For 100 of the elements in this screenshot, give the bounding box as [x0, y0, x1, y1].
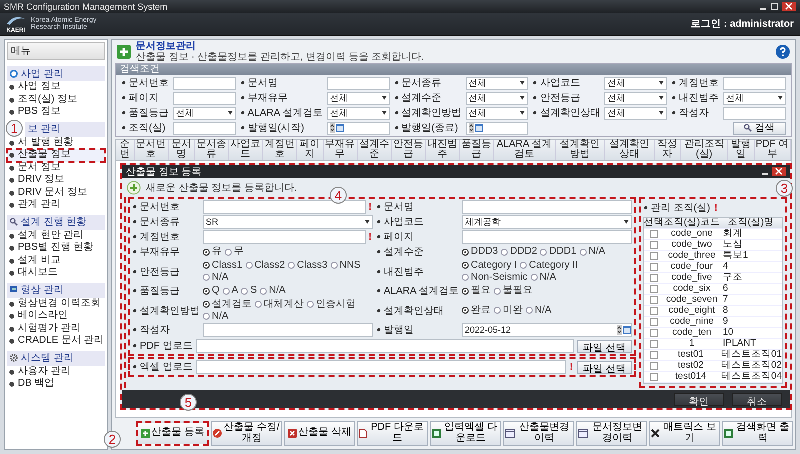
radio-button[interactable]: 미완 [494, 304, 524, 316]
column-header[interactable]: 문서명 [168, 140, 195, 160]
radio-button[interactable]: Class1 [203, 260, 243, 272]
column-header[interactable]: 품질등급 [460, 140, 494, 160]
column-header[interactable]: 페이지 [297, 140, 324, 160]
column-header[interactable]: 내진범주 [426, 140, 460, 160]
dropdown[interactable]: 전체 [326, 92, 390, 104]
calendar-icon[interactable] [330, 123, 344, 133]
radio-button[interactable]: N/A [260, 285, 286, 297]
help-icon[interactable] [776, 44, 790, 58]
radio-button[interactable]: Category I [462, 260, 518, 272]
checkbox[interactable] [650, 296, 658, 304]
file-select-button[interactable]: 파일 선택 [577, 360, 632, 374]
dropdown[interactable]: 전체 [604, 106, 668, 120]
calendar-icon[interactable] [617, 325, 631, 335]
action-button[interactable]: 입력엑셀 다운로드 [430, 421, 501, 446]
dialog-button[interactable]: 확인 [674, 392, 724, 406]
radio-button[interactable]: N/A [530, 272, 556, 283]
column-header[interactable]: 설계확인상태 [605, 140, 655, 160]
date-field[interactable] [466, 122, 528, 134]
radio-button[interactable]: A [222, 285, 238, 297]
column-header[interactable]: 부재유무 [324, 140, 358, 160]
sidebar-group[interactable]: 사업 관리 [7, 66, 105, 81]
file-field[interactable] [196, 360, 566, 374]
radio-button[interactable]: Class2 [246, 260, 286, 272]
radio-button[interactable]: DDD3 [462, 246, 498, 258]
checkbox[interactable] [650, 263, 658, 271]
text-field[interactable] [723, 76, 786, 90]
sidebar-group[interactable]: 시스템 관리 [7, 350, 105, 366]
radio-button[interactable]: 설계검토 [203, 299, 252, 310]
file-select-button[interactable]: 파일 선택 [577, 340, 632, 352]
file-field[interactable] [196, 339, 574, 353]
dropdown[interactable]: 전체 [466, 106, 528, 120]
action-button[interactable]: 산출물 삭제 [284, 421, 355, 446]
radio-button[interactable]: N/A [203, 310, 229, 322]
text-field[interactable] [203, 230, 366, 244]
calendar-icon[interactable] [468, 123, 483, 133]
text-field[interactable] [173, 122, 236, 134]
radio-button[interactable]: NNS [330, 260, 361, 272]
column-header[interactable]: PDF 여부 [754, 140, 791, 160]
radio-button[interactable]: 인증시험 [307, 299, 356, 310]
dropdown[interactable]: 전체 [604, 76, 668, 90]
dropdown[interactable]: 전체 [466, 92, 528, 104]
close-icon[interactable] [782, 2, 796, 11]
column-header[interactable]: 사업코드 [229, 140, 264, 160]
checkbox[interactable] [650, 307, 658, 315]
column-header[interactable]: 선택 [644, 218, 664, 228]
text-field[interactable] [462, 200, 632, 214]
checkbox[interactable] [650, 373, 658, 381]
action-button[interactable]: 문서정보변경이력 [576, 421, 647, 446]
radio-button[interactable]: 대체계산 [255, 299, 304, 310]
radio-button[interactable]: 무 [225, 246, 244, 258]
checkbox[interactable] [650, 285, 658, 293]
action-button[interactable]: 매트릭스 보기 [649, 421, 720, 446]
dropdown[interactable]: 전체 [466, 76, 528, 90]
action-button[interactable]: PDF 다운로드 [357, 421, 428, 446]
radio-button[interactable]: DDD2 [501, 246, 538, 258]
checkbox[interactable] [650, 274, 658, 282]
sidebar-group[interactable]: 보 관리 [25, 122, 105, 136]
action-button[interactable]: 검색화면 출력 [722, 421, 793, 446]
date-field[interactable]: 2022-05-12 [462, 323, 632, 337]
checkbox[interactable] [650, 329, 658, 337]
column-header[interactable]: 작성자 [654, 140, 682, 160]
text-field[interactable] [462, 230, 632, 244]
checkbox[interactable] [650, 230, 658, 238]
checkbox[interactable] [650, 252, 658, 260]
radio-button[interactable]: N/A [580, 246, 606, 258]
column-header[interactable]: ALARA 설계검토 [494, 140, 556, 160]
radio-button[interactable]: S [241, 285, 258, 297]
column-header[interactable]: 순번 [116, 140, 135, 160]
column-header[interactable]: 문서종류 [195, 140, 230, 160]
checkbox[interactable] [650, 362, 658, 370]
radio-button[interactable]: N/A [203, 272, 229, 283]
date-field[interactable] [326, 122, 390, 134]
radio-button[interactable]: Q [203, 285, 220, 297]
action-button[interactable]: 산출물 수정/개정 [211, 421, 282, 446]
maximize-icon[interactable] [770, 2, 780, 11]
column-header[interactable]: 발행일 [728, 140, 755, 160]
dropdown[interactable]: 체계공학 [462, 215, 632, 229]
search-button[interactable]: 검색 [733, 122, 786, 134]
radio-button[interactable]: Non-Seismic [462, 272, 528, 283]
radio-button[interactable]: Class3 [288, 260, 328, 272]
text-field[interactable] [203, 323, 373, 337]
text-field[interactable] [173, 92, 236, 104]
column-header[interactable]: 안전등급 [392, 140, 426, 160]
column-header[interactable]: 계정번호 [263, 140, 298, 160]
radio-button[interactable]: N/A [526, 304, 552, 316]
action-button[interactable]: 산출물 등록 [136, 421, 209, 446]
radio-button[interactable]: Category II [520, 260, 578, 272]
column-header[interactable]: 설계수준 [358, 140, 392, 160]
radio-button[interactable]: 유 [203, 246, 222, 258]
checkbox[interactable] [650, 351, 658, 359]
dropdown[interactable]: 전체 [604, 92, 668, 104]
sidebar-group[interactable]: 형상 관리 [7, 282, 105, 298]
dropdown[interactable]: 전체 [723, 92, 786, 104]
checkbox[interactable] [650, 318, 658, 326]
text-field[interactable] [723, 106, 786, 120]
dropdown[interactable]: 전체 [326, 106, 390, 120]
radio-button[interactable]: DDD1 [540, 246, 577, 258]
radio-button[interactable]: 불필요 [494, 285, 534, 297]
